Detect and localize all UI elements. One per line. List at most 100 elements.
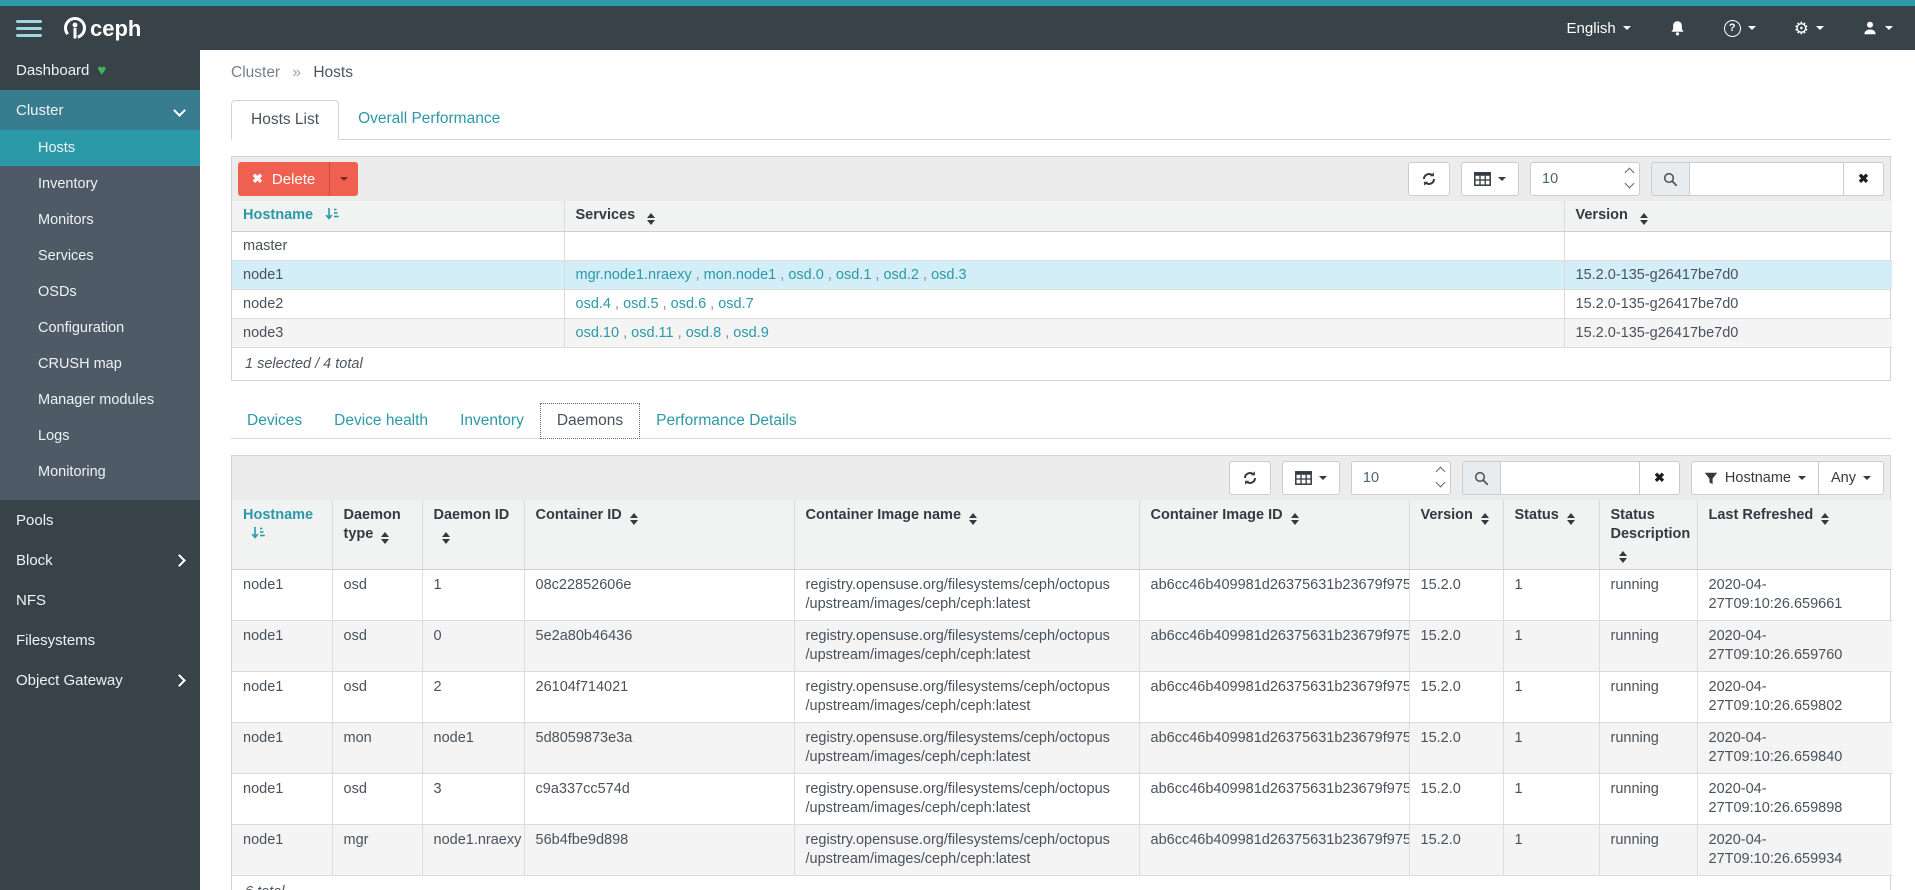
sidebar-item-logs[interactable]: Logs (0, 418, 200, 454)
breadcrumb-cluster[interactable]: Cluster (231, 64, 280, 81)
service-link[interactable]: mgr.node1.nraexy (576, 267, 692, 283)
breadcrumb-separator: » (292, 64, 302, 81)
tab-performance-details[interactable]: Performance Details (640, 404, 812, 438)
delete-dropdown-toggle[interactable] (329, 162, 358, 196)
daemons-table-row[interactable]: node1 mon node1 5d8059873e3a registry.opensu… (232, 722, 1892, 774)
user-dropdown[interactable] (1862, 20, 1893, 36)
refresh-button[interactable] (1408, 162, 1450, 196)
service-link[interactable]: osd.2 (883, 267, 918, 283)
col-header-container-image-name[interactable]: Container Image name (794, 500, 1140, 570)
col-header-container-id[interactable]: Container ID (524, 500, 795, 570)
hosts-table-row[interactable]: node3 osd.10 , osd.11 , osd.8 , osd.9 15.2… (232, 318, 1892, 348)
refresh-button[interactable] (1228, 461, 1271, 495)
col-header-services[interactable]: Services (564, 201, 1565, 232)
sidebar-item-dashboard[interactable]: Dashboard ♥ (0, 50, 200, 90)
service-link[interactable]: osd.8 (686, 325, 721, 341)
column-toggle-dropdown[interactable] (1461, 162, 1519, 196)
filter-value-dropdown[interactable]: Any (1818, 461, 1884, 495)
language-dropdown[interactable]: English (1567, 20, 1631, 37)
col-header-version[interactable]: Version (1564, 201, 1892, 232)
sidebar-item-hosts[interactable]: Hosts (0, 130, 200, 166)
col-header-version[interactable]: Version (1409, 500, 1504, 570)
col-header-last-refreshed[interactable]: Last Refreshed (1697, 500, 1892, 570)
cell-status: 1 (1503, 671, 1600, 723)
sort-icon (1821, 513, 1830, 525)
sidebar-item-object-gateway[interactable]: Object Gateway (0, 660, 200, 700)
col-header-container-image-id[interactable]: Container Image ID (1139, 500, 1410, 570)
clear-search-button[interactable]: ✖ (1844, 162, 1884, 196)
service-link[interactable]: osd.3 (931, 267, 966, 283)
tab-device-health[interactable]: Device health (318, 404, 444, 438)
service-link[interactable]: osd.9 (733, 325, 768, 341)
daemons-table-row[interactable]: node1 osd 2 26104f714021 registry.opensuse.o… (232, 671, 1892, 723)
col-header-daemon-id[interactable]: Daemon ID (422, 500, 525, 570)
spinner-arrows-icon[interactable] (1435, 466, 1446, 488)
notifications-button[interactable] (1669, 20, 1686, 37)
daemons-table-row[interactable]: node1 osd 3 c9a337cc574d registry.opensuse.o… (232, 773, 1892, 825)
sidebar-item-manager-modules[interactable]: Manager modules (0, 382, 200, 418)
page-size-input[interactable] (1350, 461, 1451, 495)
sidebar-item-crush-map[interactable]: CRUSH map (0, 346, 200, 382)
cell-hostname: node1 (232, 260, 565, 290)
cell-version: 15.2.0 (1409, 824, 1504, 876)
hosts-table-row[interactable]: master (232, 231, 1892, 261)
settings-dropdown[interactable]: ⚙ (1794, 20, 1824, 37)
cell-daemon-type: mgr (332, 824, 423, 876)
sidebar-item-cluster[interactable]: Cluster (0, 90, 200, 130)
daemons-table-row[interactable]: node1 mgr node1.nraexy 56b4fbe9d898 registry… (232, 824, 1892, 876)
service-link[interactable]: osd.11 (631, 325, 673, 341)
sidebar-item-services[interactable]: Services (0, 238, 200, 274)
daemons-table-row[interactable]: node1 osd 1 08c22852606e registry.opensuse.o… (232, 569, 1892, 621)
tab-inventory[interactable]: Inventory (444, 404, 540, 438)
cell-daemon-id: 1 (422, 569, 525, 621)
sidebar-item-pools[interactable]: Pools (0, 500, 200, 540)
sidebar-item-label: Block (16, 551, 53, 569)
cell-hostname: node3 (232, 318, 565, 348)
column-toggle-dropdown[interactable] (1281, 461, 1340, 495)
service-link[interactable]: mon.node1 (704, 267, 777, 283)
daemons-table-row[interactable]: node1 osd 0 5e2a80b46436 registry.opensuse.o… (232, 620, 1892, 672)
hosts-table-row[interactable]: node1 mgr.node1.nraexy , mon.node1 , osd.… (232, 260, 1892, 290)
service-link[interactable]: osd.6 (671, 296, 706, 312)
sidebar-item-monitoring[interactable]: Monitoring (0, 454, 200, 490)
bell-icon (1671, 20, 1684, 35)
service-link[interactable]: osd.0 (788, 267, 823, 283)
service-link[interactable]: osd.4 (576, 296, 611, 312)
menu-toggle-icon[interactable] (16, 19, 42, 37)
sidebar-item-block[interactable]: Block (0, 540, 200, 580)
sidebar-item-monitors[interactable]: Monitors (0, 202, 200, 238)
spinner-arrows-icon[interactable] (1624, 167, 1635, 189)
col-header-daemon-type[interactable]: Daemon type (332, 500, 423, 570)
page-size-input[interactable] (1530, 162, 1640, 196)
col-header-hostname[interactable]: Hostname (232, 500, 333, 570)
service-link[interactable]: osd.5 (623, 296, 658, 312)
service-link[interactable]: osd.7 (718, 296, 753, 312)
sidebar-item-inventory[interactable]: Inventory (0, 166, 200, 202)
col-header-status-description[interactable]: Status Description (1599, 500, 1698, 570)
cell-image-name: registry.opensuse.org/filesystems/ceph/o… (794, 773, 1140, 825)
service-link[interactable]: osd.1 (836, 267, 871, 283)
ceph-logo[interactable]: ceph (62, 13, 162, 43)
sidebar-item-filesystems[interactable]: Filesystems (0, 620, 200, 660)
clear-search-button[interactable]: ✖ (1639, 461, 1680, 495)
tab-devices[interactable]: Devices (231, 404, 318, 438)
search-input[interactable] (1499, 461, 1640, 495)
col-header-status[interactable]: Status (1503, 500, 1600, 570)
sort-icon (1566, 513, 1575, 525)
caret-down-icon (1498, 177, 1506, 181)
col-header-hostname[interactable]: Hostname (232, 201, 565, 232)
help-dropdown[interactable]: ? (1723, 19, 1756, 37)
sidebar-item-nfs[interactable]: NFS (0, 580, 200, 620)
sidebar-item-configuration[interactable]: Configuration (0, 310, 200, 346)
tab-daemons[interactable]: Daemons (539, 403, 641, 439)
filter-field-dropdown[interactable]: Hostname (1690, 461, 1818, 495)
cell-last-refreshed: 2020-04-27T09:10:26.659802 (1697, 671, 1892, 723)
search-input[interactable] (1689, 162, 1844, 196)
hosts-table-row[interactable]: node2 osd.4 , osd.5 , osd.6 , osd.7 15.2.0… (232, 289, 1892, 319)
cell-last-refreshed: 2020-04-27T09:10:26.659760 (1697, 620, 1892, 672)
sidebar-item-osds[interactable]: OSDs (0, 274, 200, 310)
tab-hosts-list[interactable]: Hosts List (231, 100, 340, 140)
tab-overall-performance[interactable]: Overall Performance (339, 100, 519, 140)
delete-button[interactable]: ✖ Delete (238, 162, 359, 196)
service-link[interactable]: osd.10 (576, 325, 620, 341)
